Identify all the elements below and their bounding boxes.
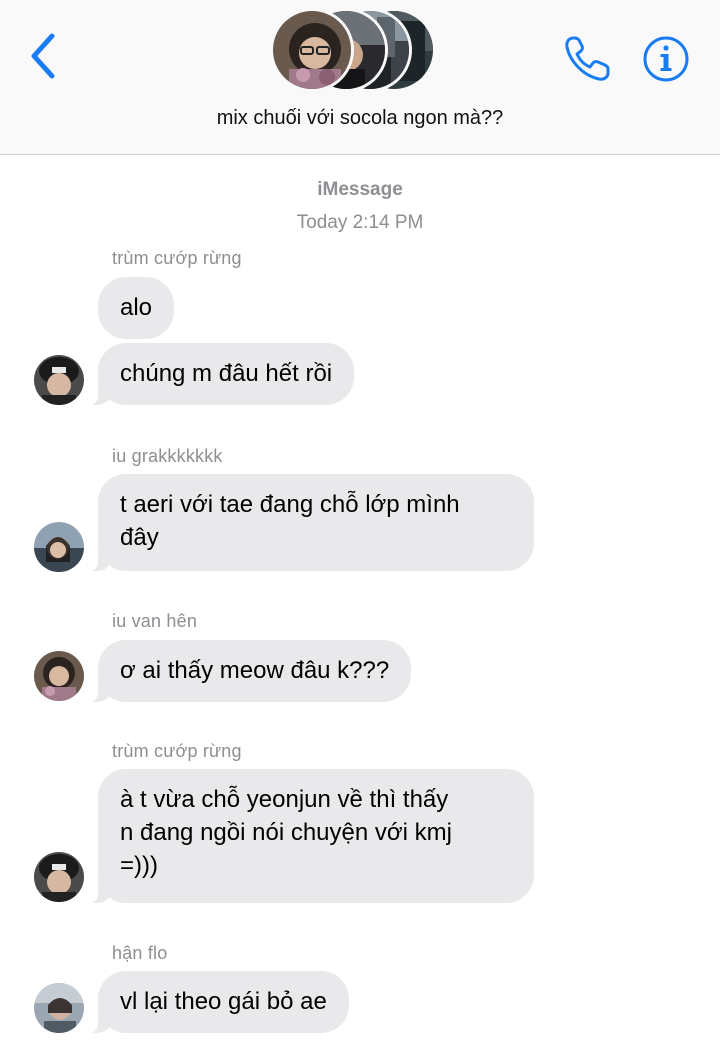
message-text: t aeri với tae đang chỗ lớp mình đây bbox=[120, 491, 460, 551]
message-text: à t vừa chỗ yeonjun về thì thấy n đang n… bbox=[120, 786, 452, 879]
phone-icon bbox=[565, 36, 610, 81]
message-text: ơ ai thấy meow đâu k??? bbox=[120, 657, 390, 684]
message-bubble[interactable]: chúng m đâu hết rồi bbox=[85, 343, 355, 406]
message-text: chúng m đâu hết rồi bbox=[120, 360, 333, 387]
sender-name: iu grakkkkkkk bbox=[112, 446, 223, 466]
thread-timestamp: Today 2:14 PM bbox=[296, 212, 424, 233]
sender-avatar[interactable] bbox=[34, 852, 84, 902]
sender-name: trùm cướp rừng bbox=[112, 248, 242, 268]
sender-name: hận flo bbox=[112, 943, 168, 963]
message-text: vl lại theo gái bỏ ae bbox=[120, 988, 327, 1015]
message-bubble[interactable]: alo bbox=[98, 277, 175, 339]
sender-avatar[interactable] bbox=[34, 651, 84, 701]
sender-avatar[interactable] bbox=[34, 355, 84, 405]
conversation-header: mix chuối với socola ngon mà?? bbox=[0, 0, 720, 155]
message-bubble[interactable]: ơ ai thấy meow đâu k??? bbox=[85, 640, 412, 703]
call-button[interactable] bbox=[560, 32, 614, 86]
group-name[interactable]: mix chuối với socola ngon mà?? bbox=[0, 107, 720, 130]
message-text: alo bbox=[120, 294, 153, 321]
service-label: iMessage bbox=[317, 179, 403, 200]
info-button[interactable] bbox=[641, 34, 691, 84]
sender-name: iu van hên bbox=[112, 611, 198, 631]
group-avatar-stack[interactable] bbox=[270, 8, 450, 96]
message-bubble[interactable]: t aeri với tae đang chỗ lớp mình đây bbox=[86, 474, 534, 572]
info-icon bbox=[643, 36, 689, 82]
group-member-avatar bbox=[270, 8, 354, 92]
message-bubble[interactable]: à t vừa chỗ yeonjun về thì thấy n đang n… bbox=[86, 769, 534, 904]
sender-avatar[interactable] bbox=[34, 983, 84, 1033]
message-bubble[interactable]: vl lại theo gái bỏ ae bbox=[86, 971, 349, 1034]
sender-avatar[interactable] bbox=[34, 522, 84, 572]
sender-name: trùm cướp rừng bbox=[112, 741, 242, 761]
chevron-left-icon bbox=[31, 33, 55, 79]
back-button[interactable] bbox=[22, 30, 66, 82]
